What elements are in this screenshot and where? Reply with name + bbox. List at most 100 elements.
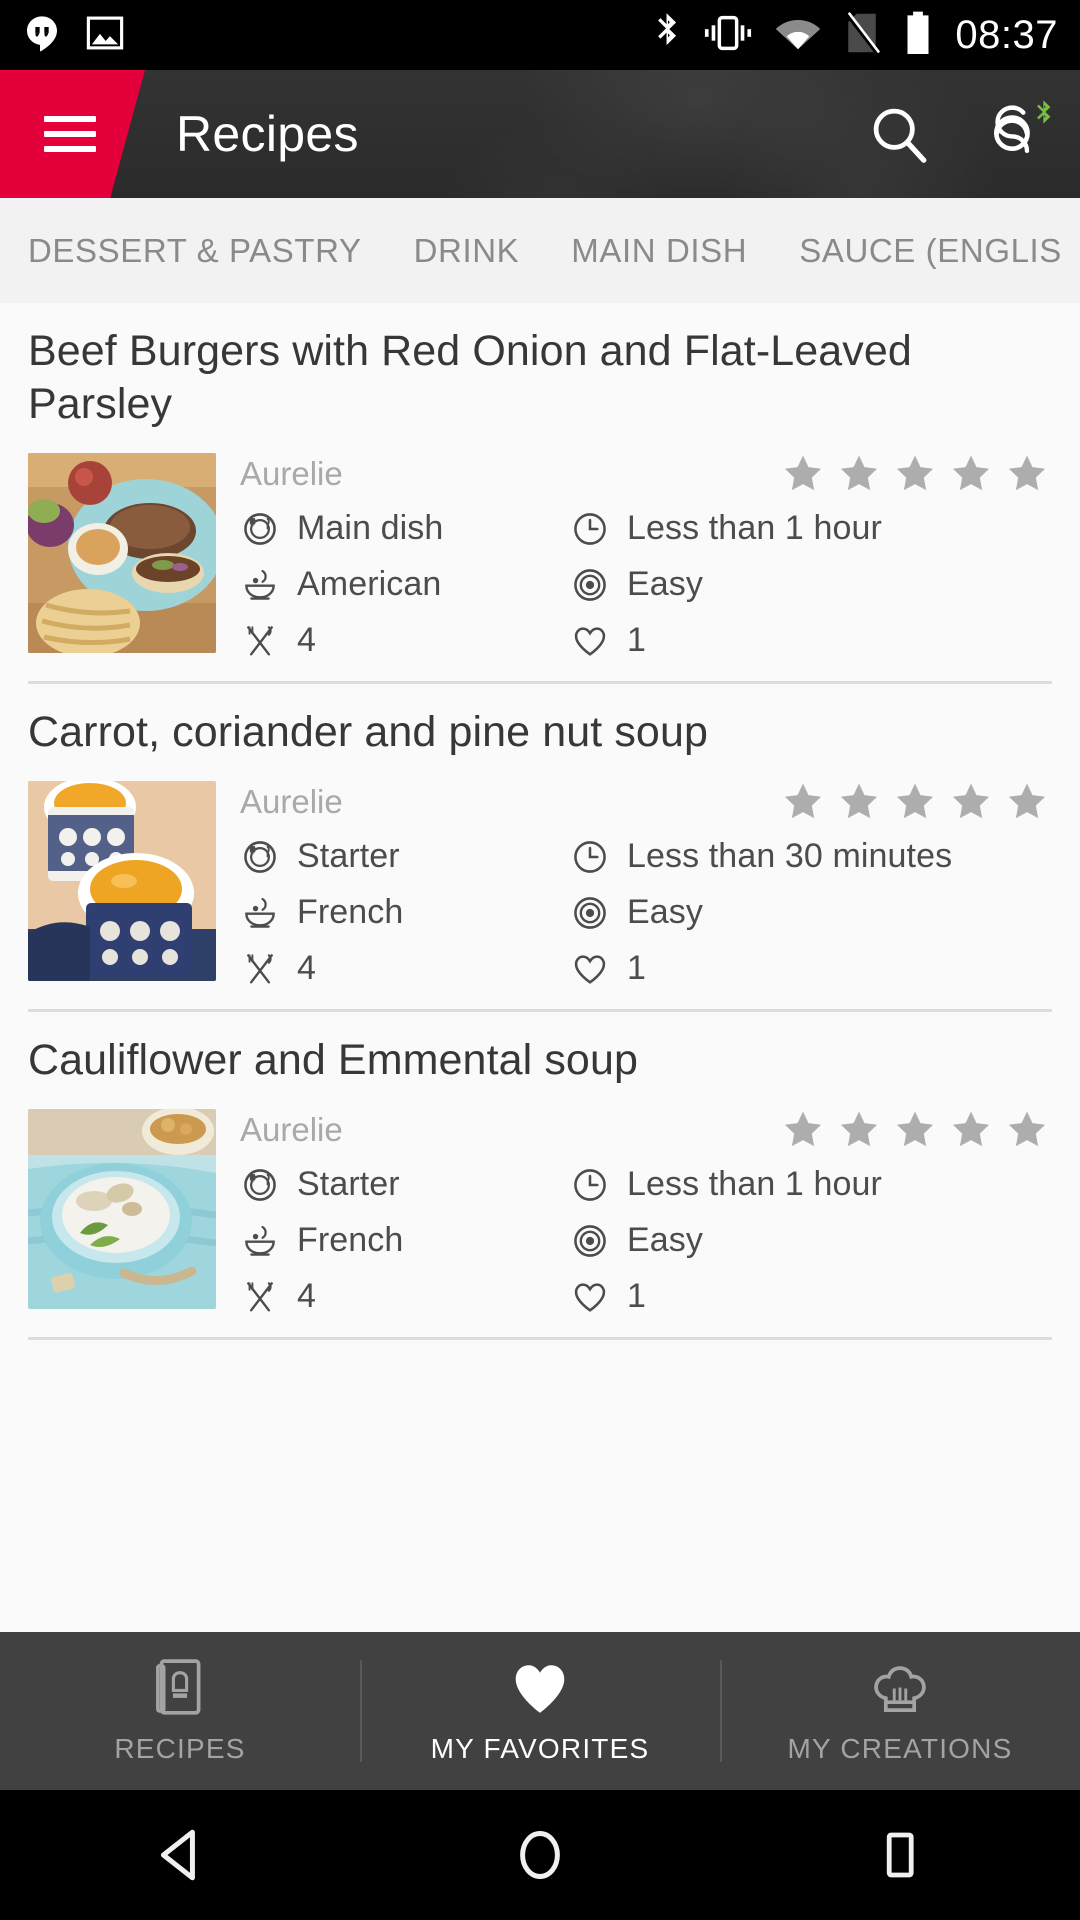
search-icon[interactable]: [866, 101, 932, 167]
recipe-cuisine: French: [240, 893, 570, 933]
recipe-servings-value: 4: [297, 1277, 317, 1315]
recipe-list-item[interactable]: Beef Burgers with Red Onion and Flat-Lea…: [28, 303, 1052, 684]
recipe-title: Beef Burgers with Red Onion and Flat-Lea…: [28, 327, 912, 428]
target-icon: [570, 893, 610, 933]
bluetooth-icon: [651, 11, 681, 60]
tab-drink[interactable]: DRINK: [388, 232, 546, 270]
no-sim-icon: [843, 11, 881, 60]
recipe-time-value: Less than 1 hour: [627, 509, 882, 548]
phone-screen: 08:37 Recipes DESSERT & PASTRY DRINK MAI…: [0, 0, 1080, 1920]
star-icon: [784, 455, 822, 490]
star-icon: [952, 1111, 990, 1146]
recipe-likes: 1: [570, 1277, 1052, 1317]
heart-filled-icon: [509, 1657, 571, 1719]
recipe-details: Aurelie: [240, 1109, 1052, 1317]
heart-outline-icon: [570, 949, 610, 989]
recipe-book-icon: [153, 1657, 207, 1719]
star-icon: [784, 783, 822, 818]
star-icon: [840, 455, 878, 490]
bottom-navigation: RECIPES MY FAVORITES MY CREATIONS: [0, 1632, 1080, 1790]
list-divider: [28, 1336, 1052, 1340]
star-icon: [840, 1111, 878, 1146]
bowl-icon: [240, 1221, 280, 1261]
recipe-details: Aurelie: [240, 453, 1052, 661]
recipe-list-item[interactable]: Cauliflower and Emmental soup Aurelie St…: [28, 1012, 1052, 1340]
recipe-difficulty: Easy: [570, 1221, 1052, 1261]
rating-stars[interactable]: [782, 1109, 1052, 1151]
recipe-cuisine: French: [240, 1221, 570, 1261]
cookeo-connect-icon[interactable]: [982, 100, 1051, 167]
recipe-time: Less than 1 hour: [570, 509, 1052, 549]
recipe-course: Starter: [240, 1165, 570, 1205]
recipe-thumbnail[interactable]: [28, 780, 216, 981]
recipe-servings: 4: [240, 1277, 570, 1317]
app-bar: Recipes: [0, 70, 1080, 198]
recipe-title: Cauliflower and Emmental soup: [28, 1035, 638, 1084]
bottom-nav-item-recipes[interactable]: RECIPES: [0, 1632, 360, 1790]
bottom-nav-label-my-favorites: MY FAVORITES: [430, 1733, 650, 1764]
recipe-author: Aurelie: [240, 454, 343, 492]
android-navigation-bar: [0, 1790, 1080, 1920]
star-icon: [952, 455, 990, 490]
tab-sauce[interactable]: SAUCE (ENGLIS: [773, 232, 1080, 270]
status-bar-clock: 08:37: [955, 12, 1058, 57]
recipe-details: Aurelie: [240, 781, 1052, 989]
home-circle-icon[interactable]: [480, 1815, 600, 1895]
rating-stars[interactable]: [782, 453, 1052, 495]
recipe-likes-value: 1: [627, 949, 647, 988]
star-icon: [896, 783, 934, 818]
recipe-time-value: Less than 30 minutes: [627, 837, 953, 876]
status-bar-left-icons: [22, 12, 126, 59]
target-icon: [570, 565, 610, 605]
star-icon: [896, 455, 934, 490]
clock-icon: [570, 1165, 610, 1205]
recipe-course-value: Main dish: [297, 509, 444, 548]
recipe-thumbnail[interactable]: [28, 1108, 216, 1309]
star-icon: [896, 1111, 934, 1146]
recipe-cuisine-value: American: [297, 565, 442, 604]
recipe-author: Aurelie: [240, 1110, 343, 1148]
recipe-cuisine-value: French: [297, 1221, 404, 1259]
recipe-difficulty-value: Easy: [627, 565, 703, 604]
back-triangle-icon[interactable]: [120, 1815, 240, 1895]
battery-icon: [903, 10, 933, 61]
status-bar-right-icons: 08:37: [651, 10, 1058, 61]
recipe-time: Less than 30 minutes: [570, 837, 1052, 877]
recipe-author: Aurelie: [240, 782, 343, 820]
category-tabs[interactable]: DESSERT & PASTRY DRINK MAIN DISH SAUCE (…: [0, 198, 1080, 303]
recipe-meta: Starter Less than 1 hour French Easy 4 1: [240, 1165, 1052, 1317]
recipe-servings-value: 4: [297, 949, 317, 988]
recipe-difficulty-value: Easy: [627, 1221, 703, 1259]
heart-outline-icon: [570, 1277, 610, 1317]
hamburger-menu-icon[interactable]: [44, 116, 96, 152]
rating-stars[interactable]: [782, 781, 1052, 823]
clock-icon: [570, 509, 610, 549]
recipe-time-value: Less than 1 hour: [627, 1165, 882, 1203]
recipe-list[interactable]: Beef Burgers with Red Onion and Flat-Lea…: [0, 303, 1080, 1632]
recipe-thumbnail[interactable]: [28, 452, 216, 653]
wifi-icon: [775, 15, 821, 56]
vibrate-icon: [703, 13, 753, 58]
star-icon: [952, 783, 990, 818]
heart-outline-icon: [570, 621, 610, 661]
bottom-nav-item-my-favorites[interactable]: MY FAVORITES: [360, 1632, 720, 1790]
bottom-nav-label-my-creations: MY CREATIONS: [787, 1733, 1013, 1764]
chef-hat-icon: [869, 1657, 931, 1719]
crossed-fork-knife-icon: [240, 949, 280, 989]
recents-square-icon[interactable]: [840, 1815, 960, 1895]
star-icon: [1008, 783, 1046, 818]
bottom-nav-item-my-creations[interactable]: MY CREATIONS: [720, 1632, 1080, 1790]
recipe-likes: 1: [570, 949, 1052, 989]
crossed-fork-knife-icon: [240, 1277, 280, 1317]
target-icon: [570, 1221, 610, 1261]
plate-cutlery-icon: [240, 1165, 280, 1205]
recipe-servings: 4: [240, 621, 570, 661]
recipe-course: Starter: [240, 837, 570, 877]
star-icon: [784, 1111, 822, 1146]
recipe-difficulty: Easy: [570, 565, 1052, 605]
recipe-list-item[interactable]: Carrot, coriander and pine nut soup Aure…: [28, 684, 1052, 1012]
hangouts-icon: [22, 12, 62, 59]
tab-main-dish[interactable]: MAIN DISH: [545, 232, 773, 270]
tab-dessert-pastry[interactable]: DESSERT & PASTRY: [28, 232, 388, 270]
status-bar: 08:37: [0, 0, 1080, 70]
